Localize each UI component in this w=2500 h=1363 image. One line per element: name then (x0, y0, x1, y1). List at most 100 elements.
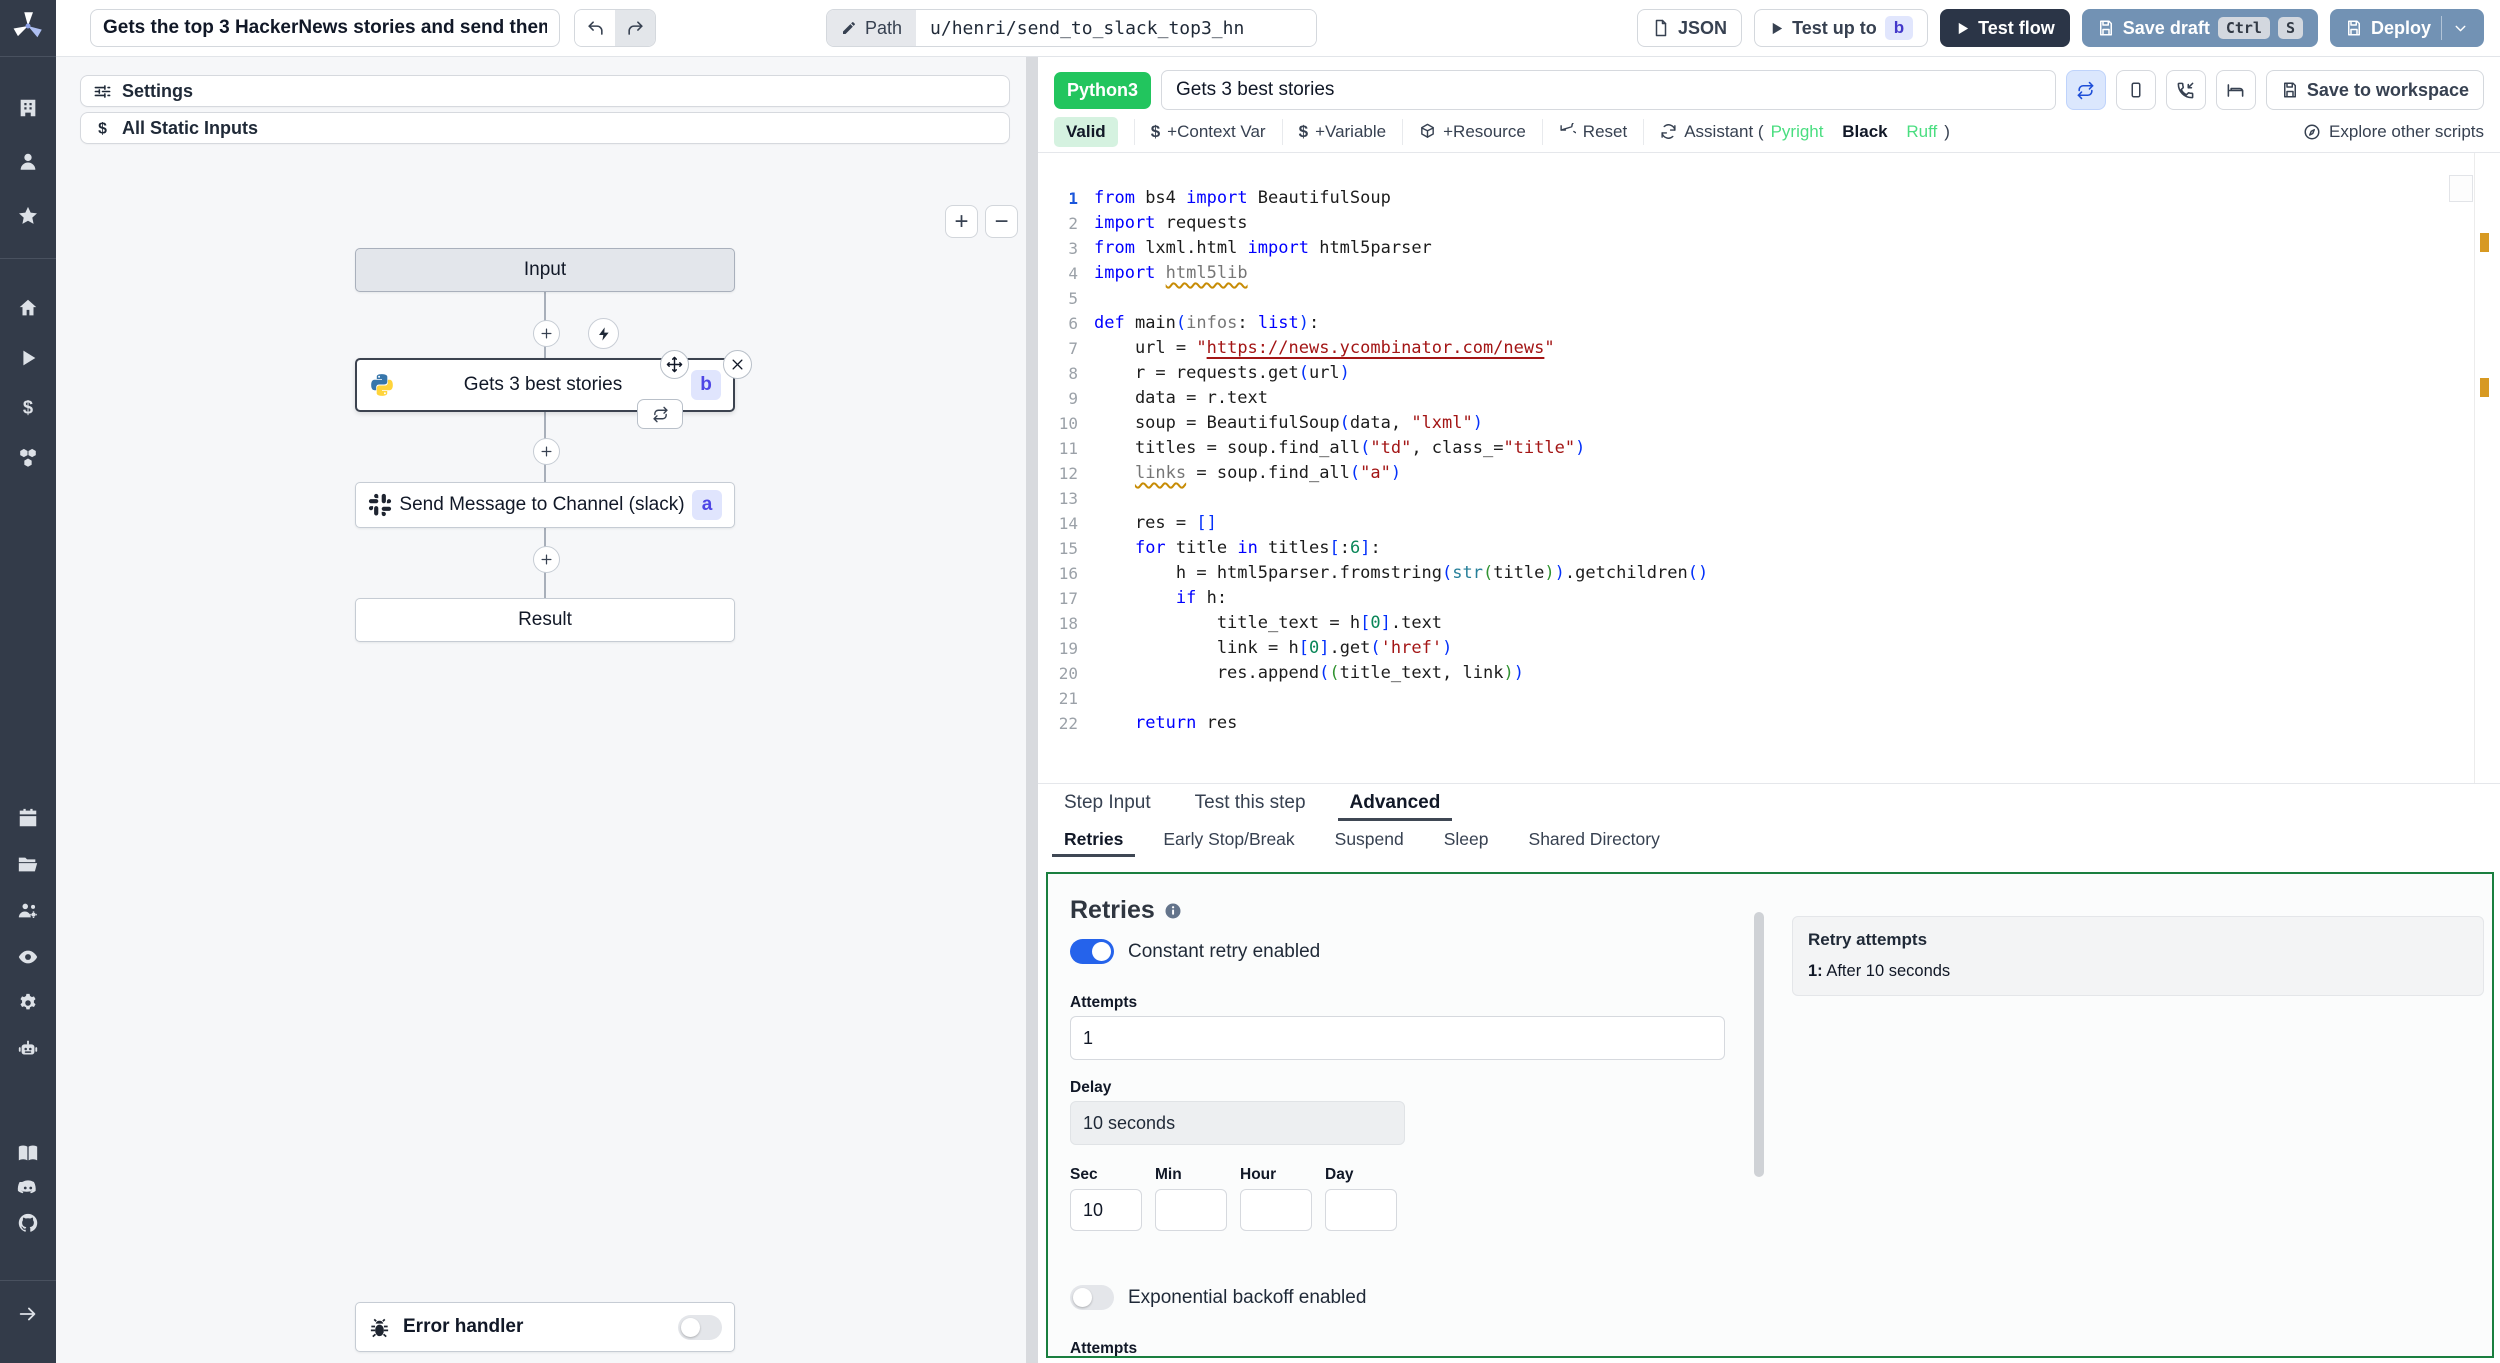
flow-node-error-handler[interactable]: Error handler (355, 1302, 735, 1352)
flow-title-input[interactable] (90, 9, 560, 47)
move-node-button[interactable] (660, 350, 689, 379)
dollar-icon[interactable]: $ (0, 390, 56, 426)
folder-open-icon[interactable] (0, 846, 56, 882)
add-resource-button[interactable]: +Resource (1402, 118, 1542, 145)
path-value[interactable]: u/henri/send_to_slack_top3_hn (916, 10, 1317, 46)
flow-settings-row[interactable]: Settings (80, 75, 1010, 107)
add-step-button[interactable] (533, 438, 560, 465)
code-line[interactable]: url = "https://news.ycombinator.com/news… (1094, 336, 2460, 361)
code-line[interactable] (1094, 286, 2460, 311)
code-line[interactable]: for title in titles[:6]: (1094, 536, 2460, 561)
code-line[interactable]: import html5lib (1094, 261, 2460, 286)
add-step-button[interactable] (533, 320, 560, 347)
code-line[interactable]: titles = soup.find_all("td", class_="tit… (1094, 436, 2460, 461)
tab-test-this-step[interactable]: Test this step (1195, 784, 1306, 821)
subtab-shared-directory[interactable]: Shared Directory (1529, 821, 1660, 857)
panel-splitter[interactable] (1026, 57, 1038, 1363)
code-line[interactable]: res = [] (1094, 511, 2460, 536)
delay-input[interactable] (1070, 1101, 1405, 1145)
user-icon[interactable] (0, 144, 56, 180)
eye-icon[interactable] (0, 939, 56, 975)
sec-input[interactable] (1070, 1189, 1142, 1231)
code-line[interactable]: return res (1094, 711, 2460, 736)
code-line[interactable]: links = soup.find_all("a") (1094, 461, 2460, 486)
code-line[interactable]: from lxml.html import html5parser (1094, 236, 2460, 261)
subtab-early-stop[interactable]: Early Stop/Break (1163, 821, 1294, 857)
gear-icon[interactable] (0, 985, 56, 1021)
home-icon[interactable] (0, 290, 56, 326)
subtab-suspend[interactable]: Suspend (1335, 821, 1404, 857)
subtab-sleep[interactable]: Sleep (1444, 821, 1489, 857)
delete-node-button[interactable] (723, 350, 752, 379)
code-line[interactable]: soup = BeautifulSoup(data, "lxml") (1094, 411, 2460, 436)
code-line[interactable]: title_text = h[0].text (1094, 611, 2460, 636)
path-label[interactable]: Path (827, 10, 917, 46)
undo-button[interactable] (575, 10, 615, 46)
constant-retry-toggle[interactable] (1070, 939, 1114, 964)
diff-button[interactable] (2215, 70, 2256, 110)
code-line[interactable] (1094, 686, 2460, 711)
code-editor[interactable]: 1 2 3 4 5 6 7 8 9 10 11 12 13 14 15 16 17 18 19 20 21 22 from… (1038, 153, 2500, 783)
flow-node-input[interactable]: Input (355, 248, 735, 292)
code-line[interactable]: res.append((title_text, link)) (1094, 661, 2460, 686)
star-icon[interactable] (0, 198, 56, 234)
step-title-input[interactable] (1161, 70, 2056, 110)
subtab-retries[interactable]: Retries (1051, 821, 1136, 857)
attempts-input[interactable] (1070, 1016, 1725, 1060)
tab-advanced[interactable]: Advanced (1337, 784, 1453, 821)
day-input[interactable] (1325, 1189, 1397, 1231)
code-line[interactable]: h = html5parser.fromstring(str(title)).g… (1094, 561, 2460, 586)
windmill-logo[interactable] (0, 8, 56, 44)
code-line[interactable]: import requests (1094, 211, 2460, 236)
save-draft-button[interactable]: Save draft Ctrl S (2081, 9, 2318, 47)
flow-node-result[interactable]: Result (355, 598, 735, 642)
users-gear-icon[interactable] (0, 893, 56, 929)
trigger-button[interactable] (588, 318, 619, 349)
flow-node-step-a[interactable]: Send Message to Channel (slack) a (355, 482, 735, 528)
webhook-button[interactable] (2165, 70, 2206, 110)
error-handler-toggle[interactable] (678, 1314, 722, 1340)
cubes-icon[interactable] (0, 440, 56, 476)
code-line[interactable] (1094, 486, 2460, 511)
redo-button[interactable] (615, 10, 655, 46)
robot-icon[interactable] (0, 1031, 56, 1067)
exponential-backoff-toggle[interactable] (1070, 1285, 1114, 1310)
code-line[interactable]: link = h[0].get('href') (1094, 636, 2460, 661)
add-variable-button[interactable]: $ +Variable (1281, 118, 1403, 145)
play-icon[interactable] (0, 340, 56, 376)
code-line[interactable]: data = r.text (1094, 386, 2460, 411)
code-lines[interactable]: from bs4 import BeautifulSoup import requ… (1094, 186, 2460, 736)
layout-button[interactable] (2115, 70, 2156, 110)
info-icon[interactable] (1164, 902, 1182, 920)
hour-input[interactable] (1240, 1189, 1312, 1231)
github-icon[interactable] (0, 1205, 56, 1241)
deploy-button[interactable]: Deploy (2329, 9, 2484, 47)
building-icon[interactable] (0, 90, 56, 126)
discord-icon[interactable] (0, 1170, 56, 1206)
assistant-status[interactable]: Assistant (Pyright Black Ruff) (1643, 118, 1966, 145)
book-open-icon[interactable] (0, 1135, 56, 1171)
add-context-var-button[interactable]: $ +Context Var (1133, 118, 1282, 145)
expand-arrow-icon[interactable] (0, 1296, 56, 1332)
loop-node-button[interactable] (637, 399, 683, 429)
flow-static-inputs-row[interactable]: $ All Static Inputs (80, 112, 1010, 144)
add-step-button[interactable] (533, 546, 560, 573)
tab-step-input[interactable]: Step Input (1064, 784, 1151, 821)
retries-scrollbar[interactable] (1754, 912, 1764, 1177)
zoom-out-button[interactable]: − (985, 205, 1018, 238)
explore-other-scripts-button[interactable]: Explore other scripts (2303, 122, 2484, 142)
test-flow-button[interactable]: Test flow (1940, 9, 2070, 47)
test-up-to-button[interactable]: Test up to b (1754, 9, 1929, 47)
code-line[interactable]: r = requests.get(url) (1094, 361, 2460, 386)
code-line[interactable]: if h: (1094, 586, 2460, 611)
json-button[interactable]: JSON (1637, 9, 1743, 47)
save-to-workspace-button[interactable]: Save to workspace (2265, 70, 2484, 110)
code-line[interactable]: def main(infos: list): (1094, 311, 2460, 336)
zoom-in-button[interactable]: + (945, 205, 978, 238)
code-line[interactable]: from bs4 import BeautifulSoup (1094, 186, 2460, 211)
chevron-down-icon[interactable] (2452, 20, 2469, 37)
reset-button[interactable]: Reset (1541, 118, 1643, 145)
calendar-icon[interactable] (0, 800, 56, 836)
reload-script-button[interactable] (2065, 70, 2106, 110)
min-input[interactable] (1155, 1189, 1227, 1231)
